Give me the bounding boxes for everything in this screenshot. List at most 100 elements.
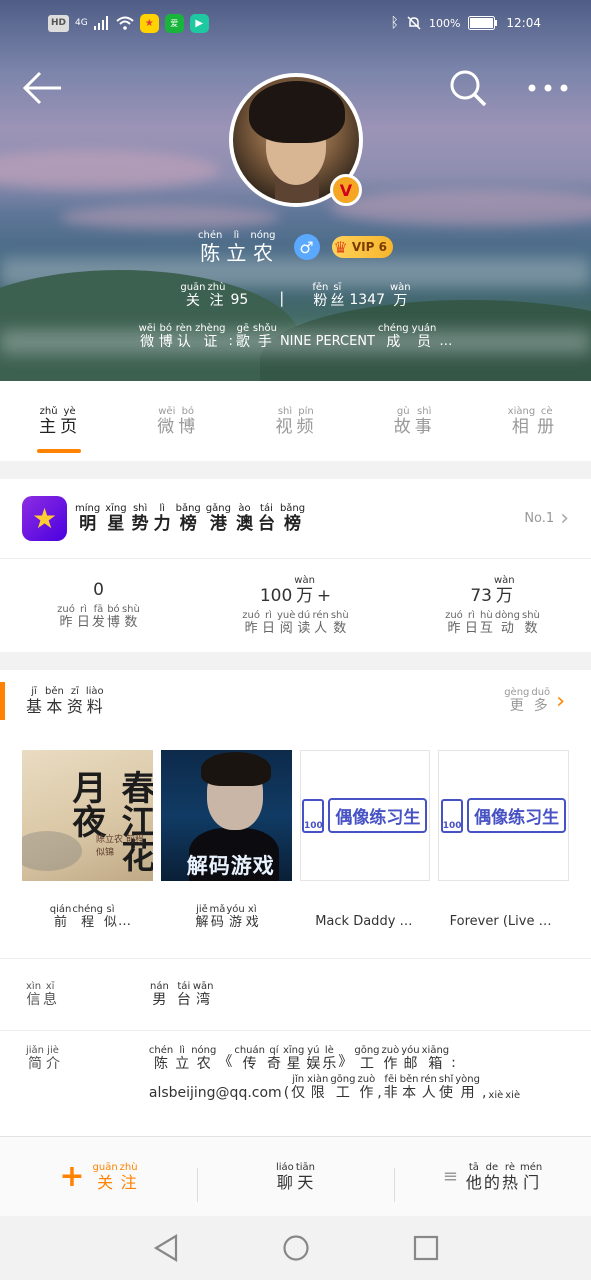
info-row-location: xìn 信 xī 息 nán 男 tái 台 wān 湾 <box>0 959 591 1031</box>
profile-name-row: chén 陈 lì 立 nóng 农 ♂ ♛ VIP 6 <box>0 230 591 264</box>
label-char: zhù 注 <box>207 282 226 309</box>
back-button[interactable] <box>22 68 64 108</box>
album-caption[interactable]: Forever (Live … <box>432 897 569 958</box>
verified-badge-icon: V <box>330 174 362 206</box>
app-icon-video: ▶ <box>189 13 209 33</box>
tab-album[interactable]: xiàng 相 cè 册 <box>473 381 591 461</box>
vip-level: VIP 6 <box>351 240 387 254</box>
search-button[interactable] <box>448 68 488 108</box>
contact-email[interactable]: alsbeijing@qq.com <box>149 1085 282 1101</box>
profile-tabs: zhǔ 主 yè 页 wēi 微 bó 博 shì 视 pín 频 gù 故 shì 事 xiàng 相 c… <box>0 381 591 461</box>
info-row-intro: jiǎn 简 jiè 介 chén 陈 lì 立 nóng 农 《 chuán 传 qí 奇 … <box>0 1031 591 1102</box>
portrait-hair <box>200 752 271 786</box>
rank-title: míng 明 xīng 星 shì 势 lì 力 bǎng 榜 gǎng 港 ào 澳 tái… <box>75 503 306 535</box>
circle-home-icon <box>282 1235 309 1261</box>
album-list: 春江花月夜 陈立农 前程似锦 解码游戏 100 偶像练习生 100 偶像练习生 <box>0 732 591 881</box>
verify-ellipsis: … <box>439 334 453 350</box>
nav-home-button[interactable] <box>281 1233 311 1263</box>
info-key: jiǎn 简 jiè 介 <box>26 1045 61 1072</box>
verify-char: shǒu 手 <box>252 323 277 350</box>
follow-button[interactable]: + guān 关 zhù 注 <box>0 1161 197 1192</box>
album-caption[interactable]: Mack Daddy … <box>296 897 433 958</box>
album-caption[interactable]: jiě 解 mǎ 码 yóu 游 xì 戏 <box>159 897 296 958</box>
signal-icon <box>93 16 108 30</box>
chevron-right-icon: › <box>560 506 569 531</box>
triangle-back-icon <box>153 1234 177 1262</box>
verify-char: wēi 微 <box>138 323 156 350</box>
verify-char: bó 博 <box>158 323 173 350</box>
nav-recents-button[interactable] <box>411 1233 441 1263</box>
search-icon <box>450 70 487 107</box>
followers-count: 1347 <box>349 292 385 309</box>
name-char: lì 立 <box>226 230 247 265</box>
following-count: 95 <box>230 292 249 309</box>
album-captions: qián 前 chéng 程 sì 似 … jiě 解 mǎ 码 yóu 游 xì 戏 Mac… <box>0 897 591 959</box>
network-type: 4G <box>75 18 88 28</box>
verify-char: zhèng 证 <box>195 323 226 350</box>
more-dots-icon <box>528 84 568 92</box>
his-popular-button[interactable]: ≡ tā 他 de 的 rè 热 mén 门 <box>394 1162 591 1202</box>
star-rank-banner[interactable]: ★ míng 明 xīng 星 shì 势 lì 力 bǎng 榜 gǎng 港 ào 澳 t… <box>0 479 591 559</box>
verify-group: NINE PERCENT <box>279 334 375 350</box>
album-cover[interactable]: 解码游戏 <box>160 750 292 881</box>
album-caption[interactable]: qián 前 chéng 程 sì 似 … <box>22 897 159 958</box>
daily-metrics: 0 zuó 昨 rì 日 fā 发 bó 博 shù 数 100 wàn 万 + zuó 昨 rì… <box>0 559 591 652</box>
name-char: chén 陈 <box>198 230 223 265</box>
followers-stat[interactable]: fěn 粉 sī 丝 1347 wàn 万 <box>312 282 410 309</box>
metric-readers: 100 wàn 万 + zuó 昨 rì 日 yuè 阅 dú 读 rén 人 shù 数 <box>242 575 349 636</box>
album-cover[interactable]: 100 偶像练习生 <box>299 750 431 881</box>
following-stat[interactable]: guān 关 zhù 注 95 <box>180 282 251 309</box>
follow-stats: guān 关 zhù 注 95 | fěn 粉 sī 丝 1347 wàn 万 <box>0 282 591 309</box>
album-cover[interactable]: 春江花月夜 陈立农 前程似锦 <box>22 750 153 881</box>
verify-char: gē 歌 <box>235 323 250 350</box>
app-icon-star: ★ <box>139 13 159 33</box>
album-cover-title: 春江花月夜 <box>66 770 153 872</box>
basic-info-card: jī 基 běn 本 zī 资 liào 料 gèng 更 duō 多 › 春江花月夜 陈立… <box>0 670 591 1136</box>
basic-info-title: jī 基 běn 本 zī 资 liào 料 <box>26 686 104 717</box>
info-key: xìn 信 xī 息 <box>26 980 58 1008</box>
profile-header: HD 4G ★ 爱 ▶ ᛒ 100% 12:04 V chén 陈 lì 立 n… <box>0 0 591 381</box>
tab-home[interactable]: zhǔ 主 yè 页 <box>0 381 118 461</box>
mute-icon <box>407 16 421 30</box>
idol-producer-logo: 100 偶像练习生 <box>441 798 567 833</box>
verify-char: chéng 成 <box>377 323 409 350</box>
album-cover-subtitle: 陈立农 前程似锦 <box>96 835 144 858</box>
name-char: nóng 农 <box>250 230 276 265</box>
rank-position: No.1 <box>524 511 555 526</box>
profile-action-bar: + guān 关 zhù 注 liáo 聊 tiān 天 ≡ tā 他 de 的 rè 热 m… <box>0 1136 591 1216</box>
crown-icon: ♛ <box>333 237 348 257</box>
battery-icon <box>468 16 498 30</box>
label-char: sī 丝 <box>330 282 345 309</box>
more-options-button[interactable] <box>526 68 570 108</box>
idol-producer-logo: 100 偶像练习生 <box>302 798 428 833</box>
tab-weibo[interactable]: wēi 微 bó 博 <box>118 381 236 461</box>
bluetooth-icon: ᛒ <box>390 15 399 31</box>
album-cover-title: 解码游戏 <box>186 854 275 878</box>
metric-posts: 0 zuó 昨 rì 日 fā 发 bó 博 shù 数 <box>57 580 140 631</box>
cloud-decoration <box>60 205 280 229</box>
tab-story[interactable]: gù 故 shì 事 <box>355 381 473 461</box>
nav-back-button[interactable] <box>151 1233 181 1263</box>
label-char: fěn 粉 <box>312 282 329 309</box>
more-link[interactable]: gèng 更 duō 多 <box>504 687 550 714</box>
cloud-decoration <box>0 150 220 190</box>
status-bar: HD 4G ★ 爱 ▶ ᛒ 100% 12:04 <box>0 0 591 46</box>
square-recents-icon <box>413 1235 438 1261</box>
wifi-icon <box>116 16 134 30</box>
album-cover[interactable]: 100 偶像练习生 <box>438 750 569 881</box>
tab-video[interactable]: shì 视 pín 频 <box>236 381 354 461</box>
label-char: guān 关 <box>180 282 206 309</box>
back-arrow-icon <box>22 71 61 105</box>
cloud-decoration <box>330 190 591 226</box>
basic-info-header: jī 基 běn 本 zī 资 liào 料 gèng 更 duō 多 › <box>0 670 591 732</box>
chevron-right-icon[interactable]: › <box>556 689 565 714</box>
info-value: nán 男 tái 台 wān 湾 <box>150 980 214 1008</box>
chat-button[interactable]: liáo 聊 tiān 天 <box>197 1162 394 1202</box>
metric-interactions: 73 wàn 万 zuó 昨 rì 日 hù 互 dòng 动 shù 数 <box>445 575 540 636</box>
vip-badge[interactable]: ♛ VIP 6 <box>331 236 393 258</box>
rank-star-icon: ★ <box>22 496 67 541</box>
hd-indicator: HD <box>48 14 70 32</box>
menu-lines-icon: ≡ <box>442 1166 458 1187</box>
verify-char: rèn 认 <box>175 323 193 350</box>
verify-colon: : <box>228 334 233 350</box>
